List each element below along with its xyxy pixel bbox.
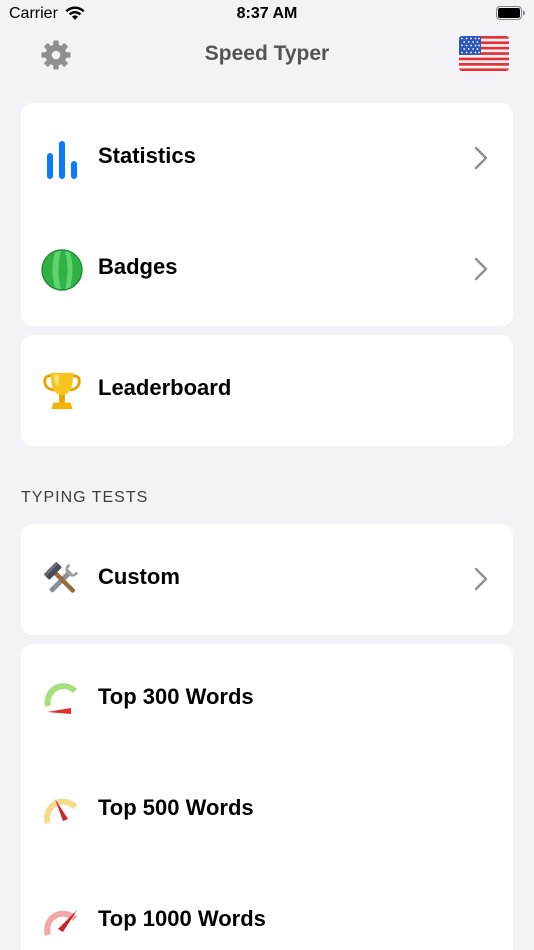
badge-icon [41,249,83,291]
badges-label: Badges [98,254,178,279]
top-1000-words-row[interactable]: Top 1000 Words [21,866,513,950]
statistics-label: Statistics [98,143,196,168]
row-icon-wrap [41,679,83,721]
leaderboard-label: Leaderboard [98,375,232,400]
speedometer-medium-icon [44,798,78,824]
custom-label: Custom [98,564,180,589]
speedometer-fast-icon [44,910,78,936]
statistics-row[interactable]: Statistics [21,103,513,214]
chevron-right-icon [474,146,488,170]
badges-row[interactable]: Badges [21,214,513,325]
leaderboard-card: Leaderboard [21,335,513,446]
row-icon-wrap [41,559,83,601]
tools-icon [44,562,79,593]
row-icon-wrap [41,901,83,943]
speedometer-slow-icon [44,683,78,714]
chevron-right-icon [474,257,488,281]
custom-row[interactable]: Custom [21,524,513,635]
top-500-words-row[interactable]: Top 500 Words [21,755,513,866]
leaderboard-row[interactable]: Leaderboard [21,335,513,446]
row-icon-wrap [41,138,83,180]
status-time: 8:37 AM [236,5,298,22]
navigation-bar: Speed Typer [0,30,534,80]
row-icon-wrap [41,790,83,832]
top-300-words-row[interactable]: Top 300 Words [21,644,513,755]
typing-tests-section-header: TYPING TESTS [21,489,149,506]
row-icon-wrap [41,249,83,291]
chevron-right-icon [474,567,488,591]
top-300-words-label: Top 300 Words [98,684,254,709]
battery-icon [496,6,525,20]
top-1000-words-label: Top 1000 Words [98,906,266,931]
trophy-icon [43,372,81,410]
custom-card: Custom [21,524,513,635]
top-500-words-label: Top 500 Words [98,795,254,820]
row-icon-wrap [41,370,83,412]
app-screen: Carrier 8:37 AM Speed Typer Statistics B… [0,0,534,950]
bar-chart-icon [47,141,77,179]
preset-tests-card: Top 300 Words Top 500 Words Top 1000 Wor… [21,644,513,950]
language-button[interactable] [459,36,509,71]
page-title: Speed Typer [204,42,330,65]
stats-badges-card: Statistics Badges [21,103,513,326]
status-bar: Carrier 8:37 AM [0,0,534,30]
us-flag-icon [459,36,509,71]
